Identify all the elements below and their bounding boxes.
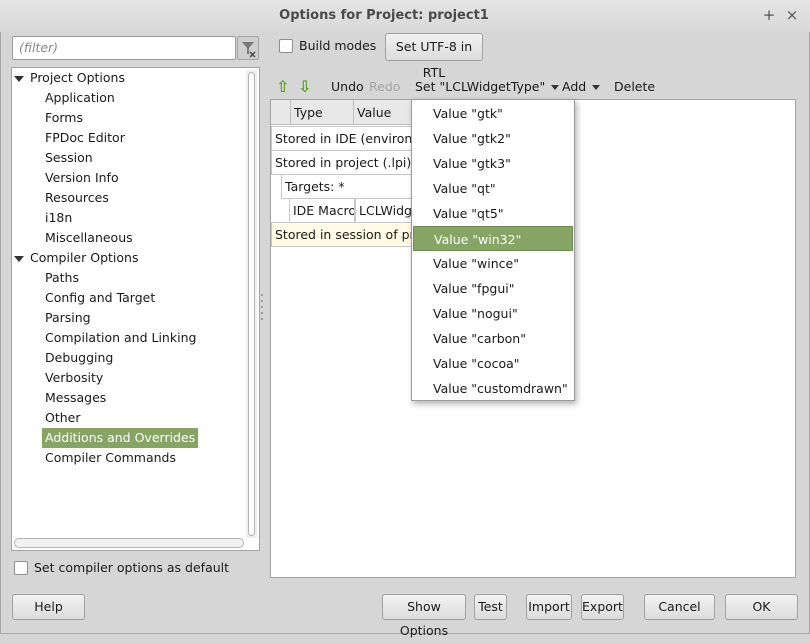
chevron-down-icon <box>592 85 601 90</box>
tree-item-label: Paths <box>45 270 79 285</box>
tree-item[interactable]: Other <box>42 408 84 428</box>
tree-item[interactable]: Session <box>42 148 96 168</box>
redo-button[interactable]: Redo <box>369 78 400 96</box>
set-utf8-button[interactable]: Set UTF-8 in RTL <box>385 33 483 80</box>
menu-item[interactable]: Value "cocoa" <box>413 351 573 376</box>
menu-item[interactable]: Value "qt5" <box>413 201 573 226</box>
cancel-button[interactable]: Cancel <box>644 594 715 620</box>
move-up-button[interactable]: ⇧ <box>276 78 289 96</box>
row-stored-in-project[interactable]: Stored in project (.lpi) <box>271 150 413 175</box>
arrow-up-icon: ⇧ <box>276 77 290 96</box>
tree-vertical-scroll-thumb[interactable] <box>248 72 255 536</box>
menu-item[interactable]: Value "qt" <box>413 176 573 201</box>
tree-item[interactable]: i18n <box>42 208 75 228</box>
row-stored-in-session[interactable]: Stored in session of project <box>271 222 413 247</box>
add-button[interactable]: Add <box>562 78 601 96</box>
chevron-down-icon <box>551 85 560 90</box>
filter-input[interactable]: (filter) <box>12 36 236 60</box>
grid-header-type[interactable]: Type <box>291 100 354 125</box>
row-targets[interactable]: Targets: * <box>281 174 413 199</box>
window-title: Options for Project: project1 <box>279 8 489 23</box>
filter-icon <box>242 42 256 58</box>
arrow-down-icon: ⇩ <box>298 77 312 96</box>
tree-item[interactable]: Application <box>42 88 118 108</box>
set-value-button[interactable]: Set "LCLWidgetType" <box>415 78 560 96</box>
tree-item[interactable]: Paths <box>42 268 82 288</box>
set-value-label: Set "LCLWidgetType" <box>415 79 546 94</box>
menu-item[interactable]: Value "wince" <box>413 251 573 276</box>
tree-item[interactable]: Verbosity <box>42 368 106 388</box>
close-button[interactable]: × <box>783 6 801 24</box>
menu-item[interactable]: Value "win32" <box>413 226 573 251</box>
tree-item-label: Verbosity <box>45 370 104 385</box>
delete-button[interactable]: Delete <box>614 78 655 96</box>
test-button[interactable]: Test <box>474 594 507 620</box>
tree-item-label: Resources <box>45 190 109 205</box>
show-options-button[interactable]: Show Options <box>382 594 466 638</box>
tree-item[interactable]: Compiler Options <box>14 248 141 268</box>
tree-item-label: i18n <box>45 210 73 225</box>
tree-item-label: Additions and Overrides <box>42 428 199 448</box>
tree-item[interactable]: Resources <box>42 188 112 208</box>
tree-item-label: Forms <box>45 110 84 125</box>
tree-horizontal-scrollbar[interactable] <box>14 538 244 548</box>
row-stored-in-ide[interactable]: Stored in IDE (environment <box>271 126 413 151</box>
menu-item[interactable]: Value "customdrawn" <box>413 376 573 401</box>
tree-item[interactable]: Config and Target <box>42 288 158 308</box>
expand-arrow-icon[interactable] <box>14 256 24 262</box>
row-macro-value[interactable]: LCLWidgetType <box>355 198 413 223</box>
menu-item[interactable]: Value "nogui" <box>413 301 573 326</box>
tree-item[interactable]: Forms <box>42 108 86 128</box>
undo-button[interactable]: Undo <box>331 78 364 96</box>
import-button[interactable]: Import <box>526 594 572 620</box>
tree-item-label: Session <box>45 150 93 165</box>
export-button[interactable]: Export <box>581 594 624 620</box>
tree-item-label: Compiler Commands <box>45 450 176 465</box>
tree-item[interactable]: Miscellaneous <box>42 228 136 248</box>
tree-item-label: Project Options <box>30 70 125 85</box>
splitter-handle[interactable] <box>260 292 264 320</box>
ok-button[interactable]: OK <box>725 594 798 620</box>
build-modes-checkbox[interactable] <box>279 39 293 53</box>
grid-header-value[interactable]: Value <box>354 100 414 125</box>
tree-item-label: Parsing <box>45 310 91 325</box>
menu-item[interactable]: Value "fpgui" <box>413 276 573 301</box>
expand-arrow-icon[interactable] <box>14 76 24 82</box>
tree-item-label: Debugging <box>45 350 114 365</box>
tree-item-label: Other <box>45 410 81 425</box>
grip-icon <box>261 294 263 320</box>
tree-item-label: Config and Target <box>45 290 156 305</box>
tree-item[interactable]: Compiler Commands <box>42 448 179 468</box>
menu-item[interactable]: Value "carbon" <box>413 326 573 351</box>
row-macro-type[interactable]: IDE Macro <box>289 198 355 223</box>
tree-item-label: FPDoc Editor <box>45 130 125 145</box>
tree-item[interactable]: Messages <box>42 388 109 408</box>
tree-item-label: Version Info <box>45 170 119 185</box>
tree-item[interactable]: Additions and Overrides <box>42 428 199 448</box>
tree-item[interactable]: FPDoc Editor <box>42 128 128 148</box>
tree-item-label: Application <box>45 90 115 105</box>
move-down-button[interactable]: ⇩ <box>298 78 311 96</box>
set-default-label: Set compiler options as default <box>34 560 230 575</box>
tree-item-label: Compiler Options <box>30 250 139 265</box>
menu-item[interactable]: Value "gtk3" <box>413 151 573 176</box>
tree-item[interactable]: Version Info <box>42 168 122 188</box>
grid-header-indent <box>271 100 291 125</box>
build-modes-label: Build modes <box>299 38 377 53</box>
tree-item[interactable]: Parsing <box>42 308 94 328</box>
set-value-dropdown-menu[interactable]: Value "gtk" Value "gtk2" Value "gtk3" Value… <box>411 99 575 401</box>
tree-item-label: Miscellaneous <box>45 230 133 245</box>
maximize-button[interactable]: + <box>760 6 778 24</box>
menu-item[interactable]: Value "gtk" <box>413 101 573 126</box>
filter-button[interactable] <box>237 36 259 60</box>
tree-item[interactable]: Compilation and Linking <box>42 328 199 348</box>
menu-item[interactable]: Value "gtk2" <box>413 126 573 151</box>
set-default-checkbox[interactable] <box>14 561 28 575</box>
add-label: Add <box>562 79 587 94</box>
tree-item-label: Compilation and Linking <box>45 330 197 345</box>
tree-item[interactable]: Debugging <box>42 348 116 368</box>
help-button[interactable]: Help <box>12 594 85 620</box>
tree-item-label: Messages <box>45 390 107 405</box>
tree-item[interactable]: Project Options <box>14 68 128 88</box>
